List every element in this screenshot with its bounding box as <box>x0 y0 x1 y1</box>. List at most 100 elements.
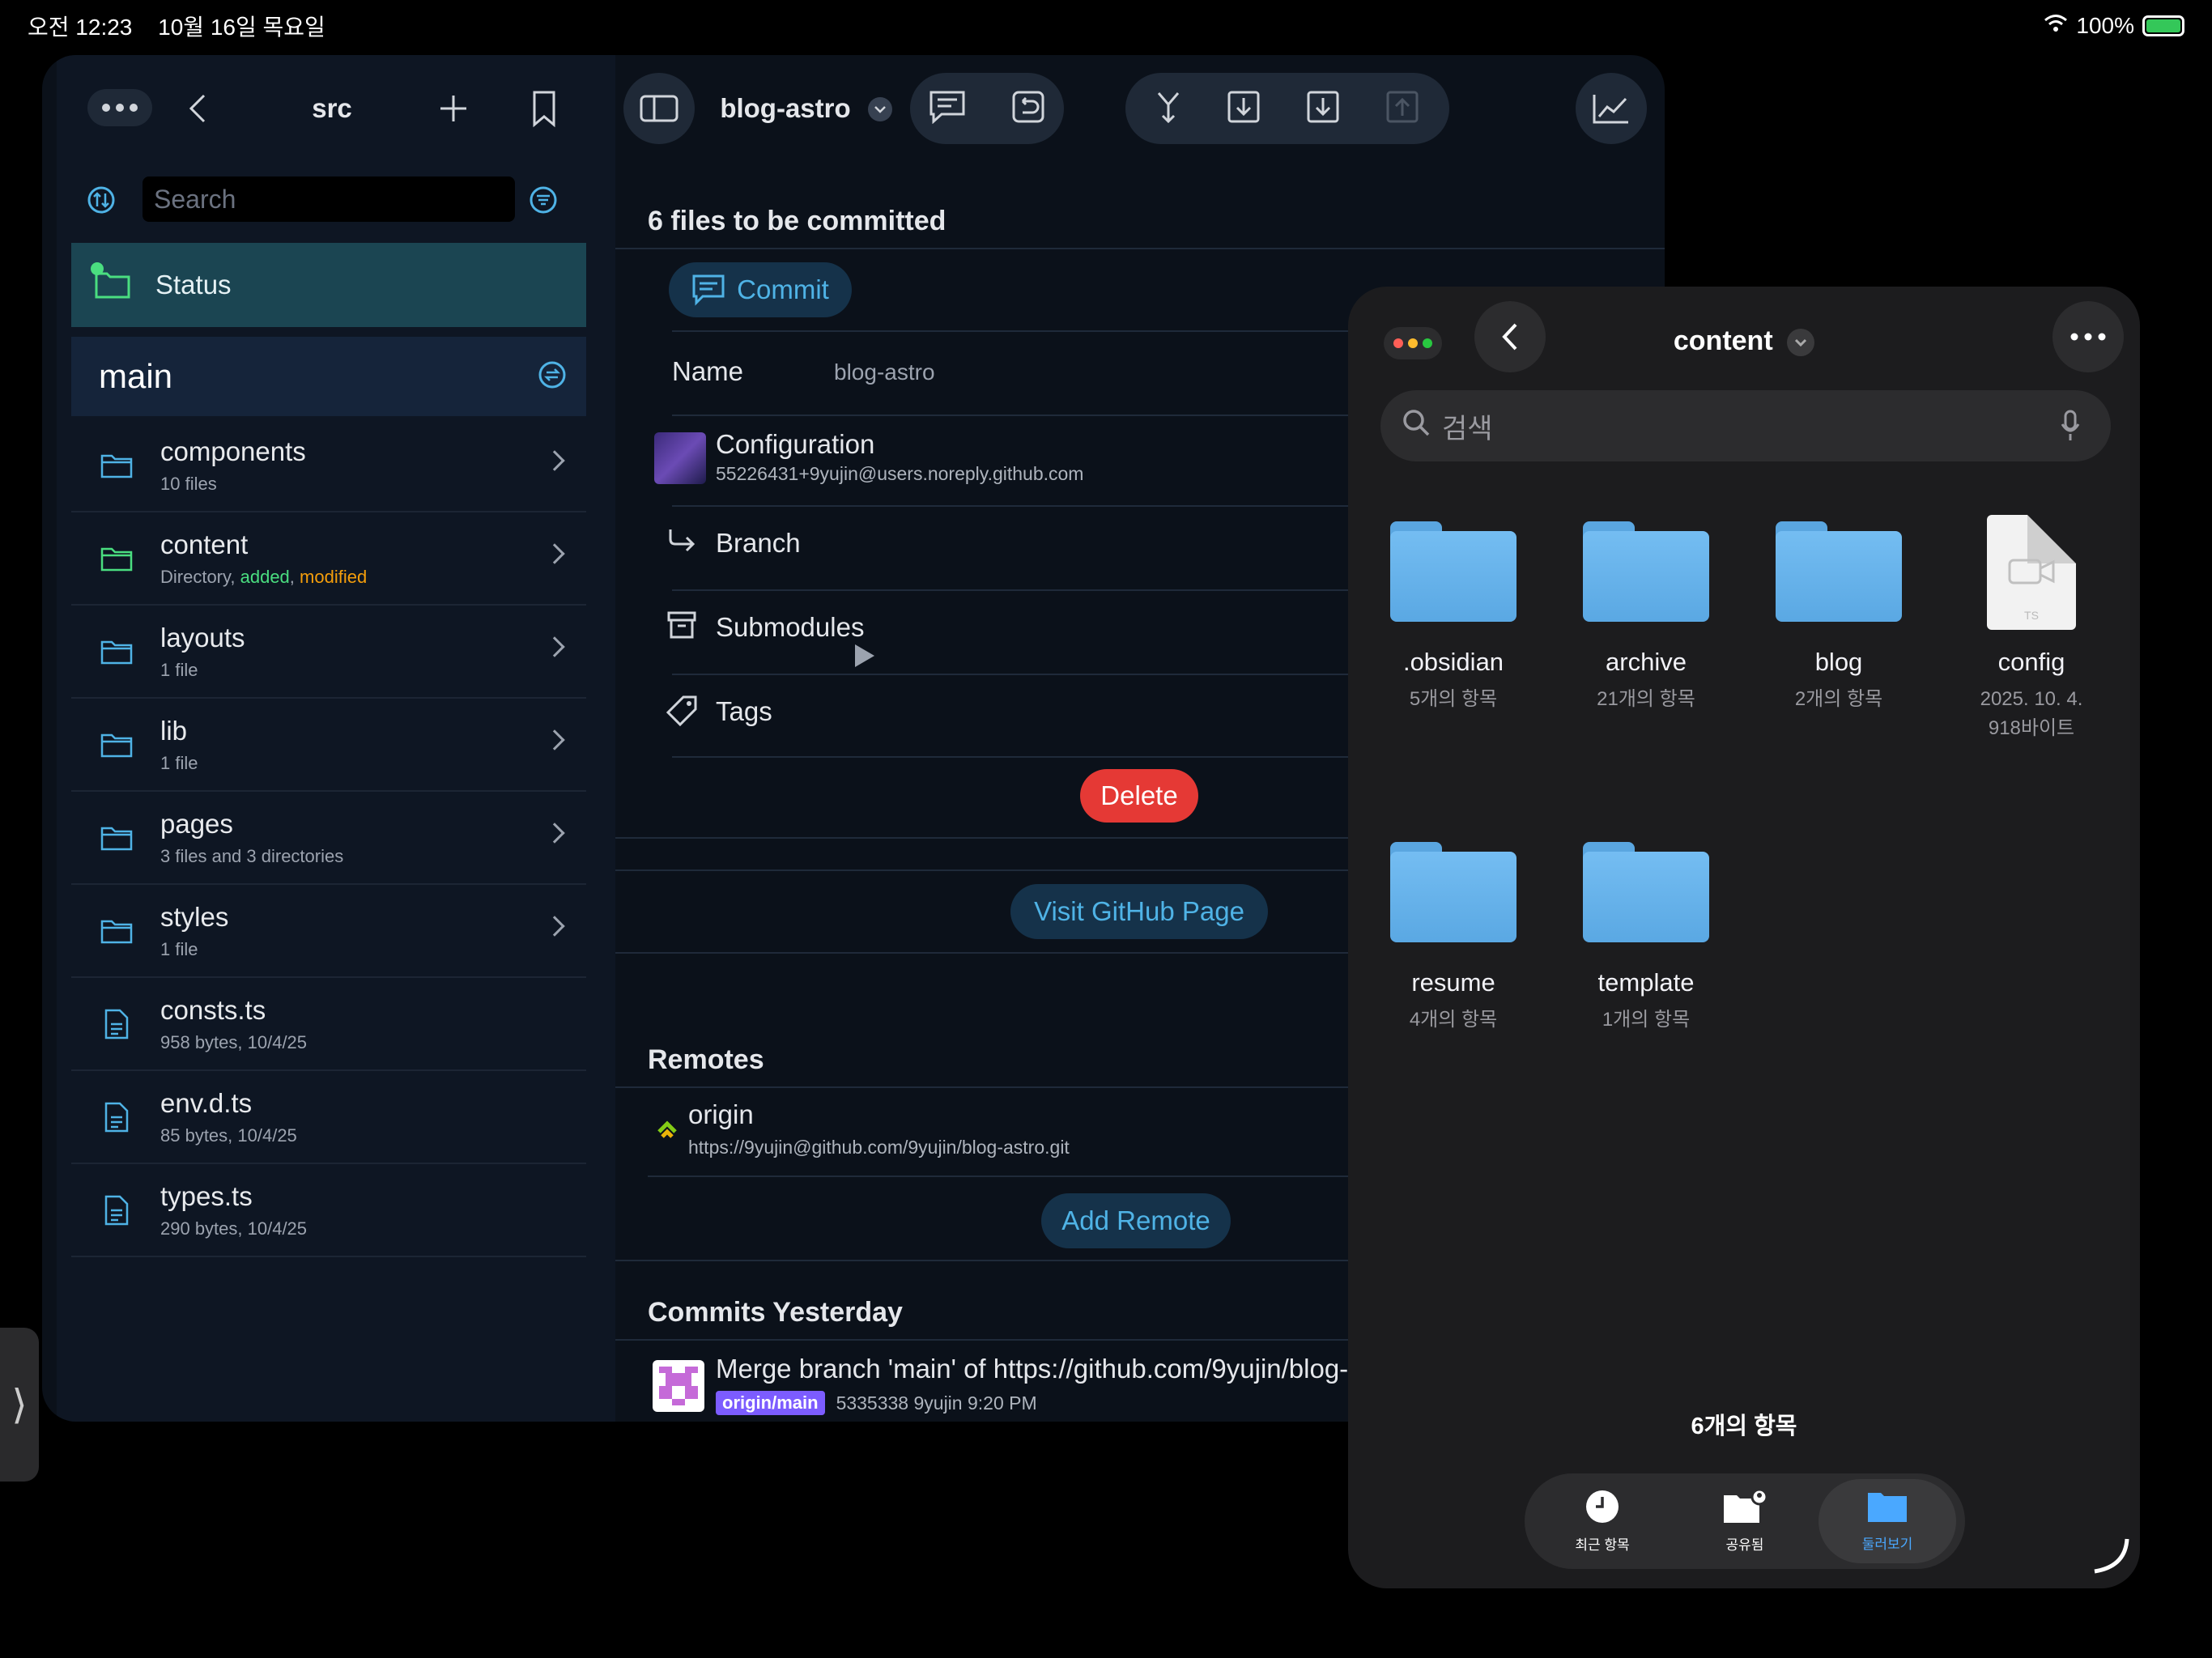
file-list-item[interactable]: env.d.ts 85 bytes, 10/4/25 <box>71 1071 586 1164</box>
branch-label[interactable]: Branch <box>716 528 801 559</box>
sync-icon[interactable] <box>86 185 117 215</box>
files-title-text: content <box>1673 325 1773 356</box>
search-input[interactable]: Search <box>143 176 515 222</box>
chart-icon[interactable] <box>1576 73 1647 144</box>
configuration-email: 55226431+9yujin@users.noreply.github.com <box>716 463 1084 484</box>
remote-name[interactable]: origin <box>688 1099 754 1130</box>
files-title[interactable]: content <box>1348 325 2140 357</box>
commit-message[interactable]: Merge branch 'main' of https://github.co… <box>716 1354 1363 1384</box>
clock-time: 오전 12:23 <box>28 15 133 40</box>
folder-icon <box>100 918 133 944</box>
folder-item[interactable]: resume 4개의 항목 <box>1364 842 1542 1035</box>
document-icon <box>100 1101 133 1133</box>
item-name: template <box>1597 968 1695 997</box>
filter-icon[interactable] <box>528 185 559 215</box>
item-date: 2025. 10. 4. <box>1980 688 2083 710</box>
commit-button[interactable]: Commit <box>669 262 852 317</box>
status-item[interactable]: Status <box>71 243 586 327</box>
tab-recents[interactable]: 최근 항목 <box>1534 1479 1671 1563</box>
more-menu-button[interactable] <box>87 89 152 126</box>
battery-icon <box>2142 15 2184 36</box>
remote-url: https://9yujin@github.com/9yujin/blog-as… <box>688 1137 1070 1158</box>
wifi-icon <box>2044 13 2068 39</box>
pull-icon[interactable] <box>1306 90 1340 128</box>
folder-item[interactable]: blog 2개의 항목 <box>1750 521 1928 714</box>
microphone-icon[interactable] <box>2061 410 2080 449</box>
item-count: 21개의 항목 <box>1597 688 1695 710</box>
file-list-item[interactable]: components 10 files <box>71 419 586 512</box>
folder-item[interactable]: archive 21개의 항목 <box>1557 521 1735 714</box>
battery-percent: 100% <box>2076 13 2134 38</box>
folder-icon <box>100 546 133 572</box>
sidebar-toggle-icon[interactable] <box>623 73 695 144</box>
configuration-label[interactable]: Configuration <box>716 429 874 460</box>
remotes-title: Remotes <box>648 1044 764 1075</box>
merge-icon[interactable] <box>1155 90 1181 128</box>
folder-status-icon <box>91 261 131 304</box>
repo-name[interactable]: blog-astro <box>704 87 866 130</box>
clock-date: 10월 16일 목요일 <box>158 15 325 40</box>
item-count: 4개의 항목 <box>1409 1009 1498 1031</box>
file-list-item[interactable]: pages 3 files and 3 directories <box>71 792 586 885</box>
file-list-item[interactable]: lib 1 file <box>71 699 586 792</box>
push-icon[interactable] <box>1385 90 1419 128</box>
folder-icon <box>100 639 133 665</box>
added-badge: added <box>240 566 290 587</box>
file-list-item[interactable]: consts.ts 958 bytes, 10/4/25 <box>71 978 586 1071</box>
files-search-placeholder: 검색 <box>1442 413 1493 444</box>
name-label: Name <box>672 356 744 386</box>
pointer-cursor <box>855 644 874 667</box>
item-count: 2개의 항목 <box>1794 688 1883 710</box>
toolbar-group-2 <box>1125 73 1449 144</box>
item-name: content <box>160 529 249 559</box>
chevron-down-icon[interactable] <box>1787 329 1815 357</box>
item-detail: 958 bytes, 10/4/25 <box>160 1031 308 1052</box>
visit-github-button[interactable]: Visit GitHub Page <box>1010 884 1268 939</box>
resize-handle-icon[interactable] <box>2090 1534 2130 1579</box>
submodules-label[interactable]: Submodules <box>716 612 864 643</box>
file-sidebar: src Search Status main components 10 fil… <box>57 55 615 1422</box>
branch-row[interactable]: main <box>71 337 586 416</box>
comment-icon[interactable] <box>929 90 966 128</box>
folder-icon <box>1583 842 1709 942</box>
tag-icon <box>666 695 698 731</box>
file-list-item[interactable]: types.ts 290 bytes, 10/4/25 <box>71 1164 586 1257</box>
fetch-icon[interactable] <box>1227 90 1261 128</box>
modified-badge: modified <box>300 566 368 587</box>
item-name: lib <box>160 715 188 746</box>
item-count: 5개의 항목 <box>1409 688 1498 710</box>
back-icon[interactable] <box>180 91 215 126</box>
chevron-down-icon[interactable] <box>868 97 892 121</box>
tab-browse[interactable]: 둘러보기 <box>1819 1479 1956 1563</box>
files-to-commit-title: 6 files to be committed <box>648 206 946 236</box>
add-remote-button[interactable]: Add Remote <box>1041 1193 1231 1248</box>
item-detail: 10 files <box>160 473 217 494</box>
folder-item[interactable]: template 1개의 항목 <box>1557 842 1735 1035</box>
folder-icon <box>100 453 133 478</box>
item-size: 918바이트 <box>1988 717 2075 739</box>
item-count-summary: 6개의 항목 <box>1691 1414 1797 1439</box>
item-name: env.d.ts <box>160 1087 253 1118</box>
tab-label: 둘러보기 <box>1861 1537 1913 1552</box>
file-list-item[interactable]: content Directory, added, modified <box>71 512 586 606</box>
file-item[interactable]: TS config 2025. 10. 4. 918바이트 <box>1942 515 2121 743</box>
archive-box-icon <box>667 610 696 644</box>
item-detail: 85 bytes, 10/4/25 <box>160 1124 297 1146</box>
side-handle-chevron-icon[interactable]: ⟩ <box>0 1328 39 1482</box>
delete-button[interactable]: Delete <box>1080 769 1198 823</box>
undo-icon[interactable] <box>1011 90 1045 128</box>
add-icon[interactable] <box>436 91 471 126</box>
switch-branch-icon[interactable] <box>538 360 567 393</box>
file-list: components 10 files content Directory, ad… <box>71 419 586 1257</box>
tags-label[interactable]: Tags <box>716 696 772 727</box>
folder-icon <box>1776 521 1902 622</box>
clock-icon <box>1585 1489 1620 1528</box>
more-options-icon[interactable] <box>2052 301 2124 372</box>
file-list-item[interactable]: styles 1 file <box>71 885 586 978</box>
file-list-item[interactable]: layouts 1 file <box>71 606 586 699</box>
tab-shared[interactable]: 공유됨 <box>1676 1479 1814 1563</box>
folder-item[interactable]: .obsidian 5개의 항목 <box>1364 521 1542 714</box>
folder-fill-icon <box>1866 1490 1908 1528</box>
files-search-input[interactable]: 검색 <box>1380 390 2111 461</box>
bookmark-icon[interactable] <box>526 87 562 130</box>
